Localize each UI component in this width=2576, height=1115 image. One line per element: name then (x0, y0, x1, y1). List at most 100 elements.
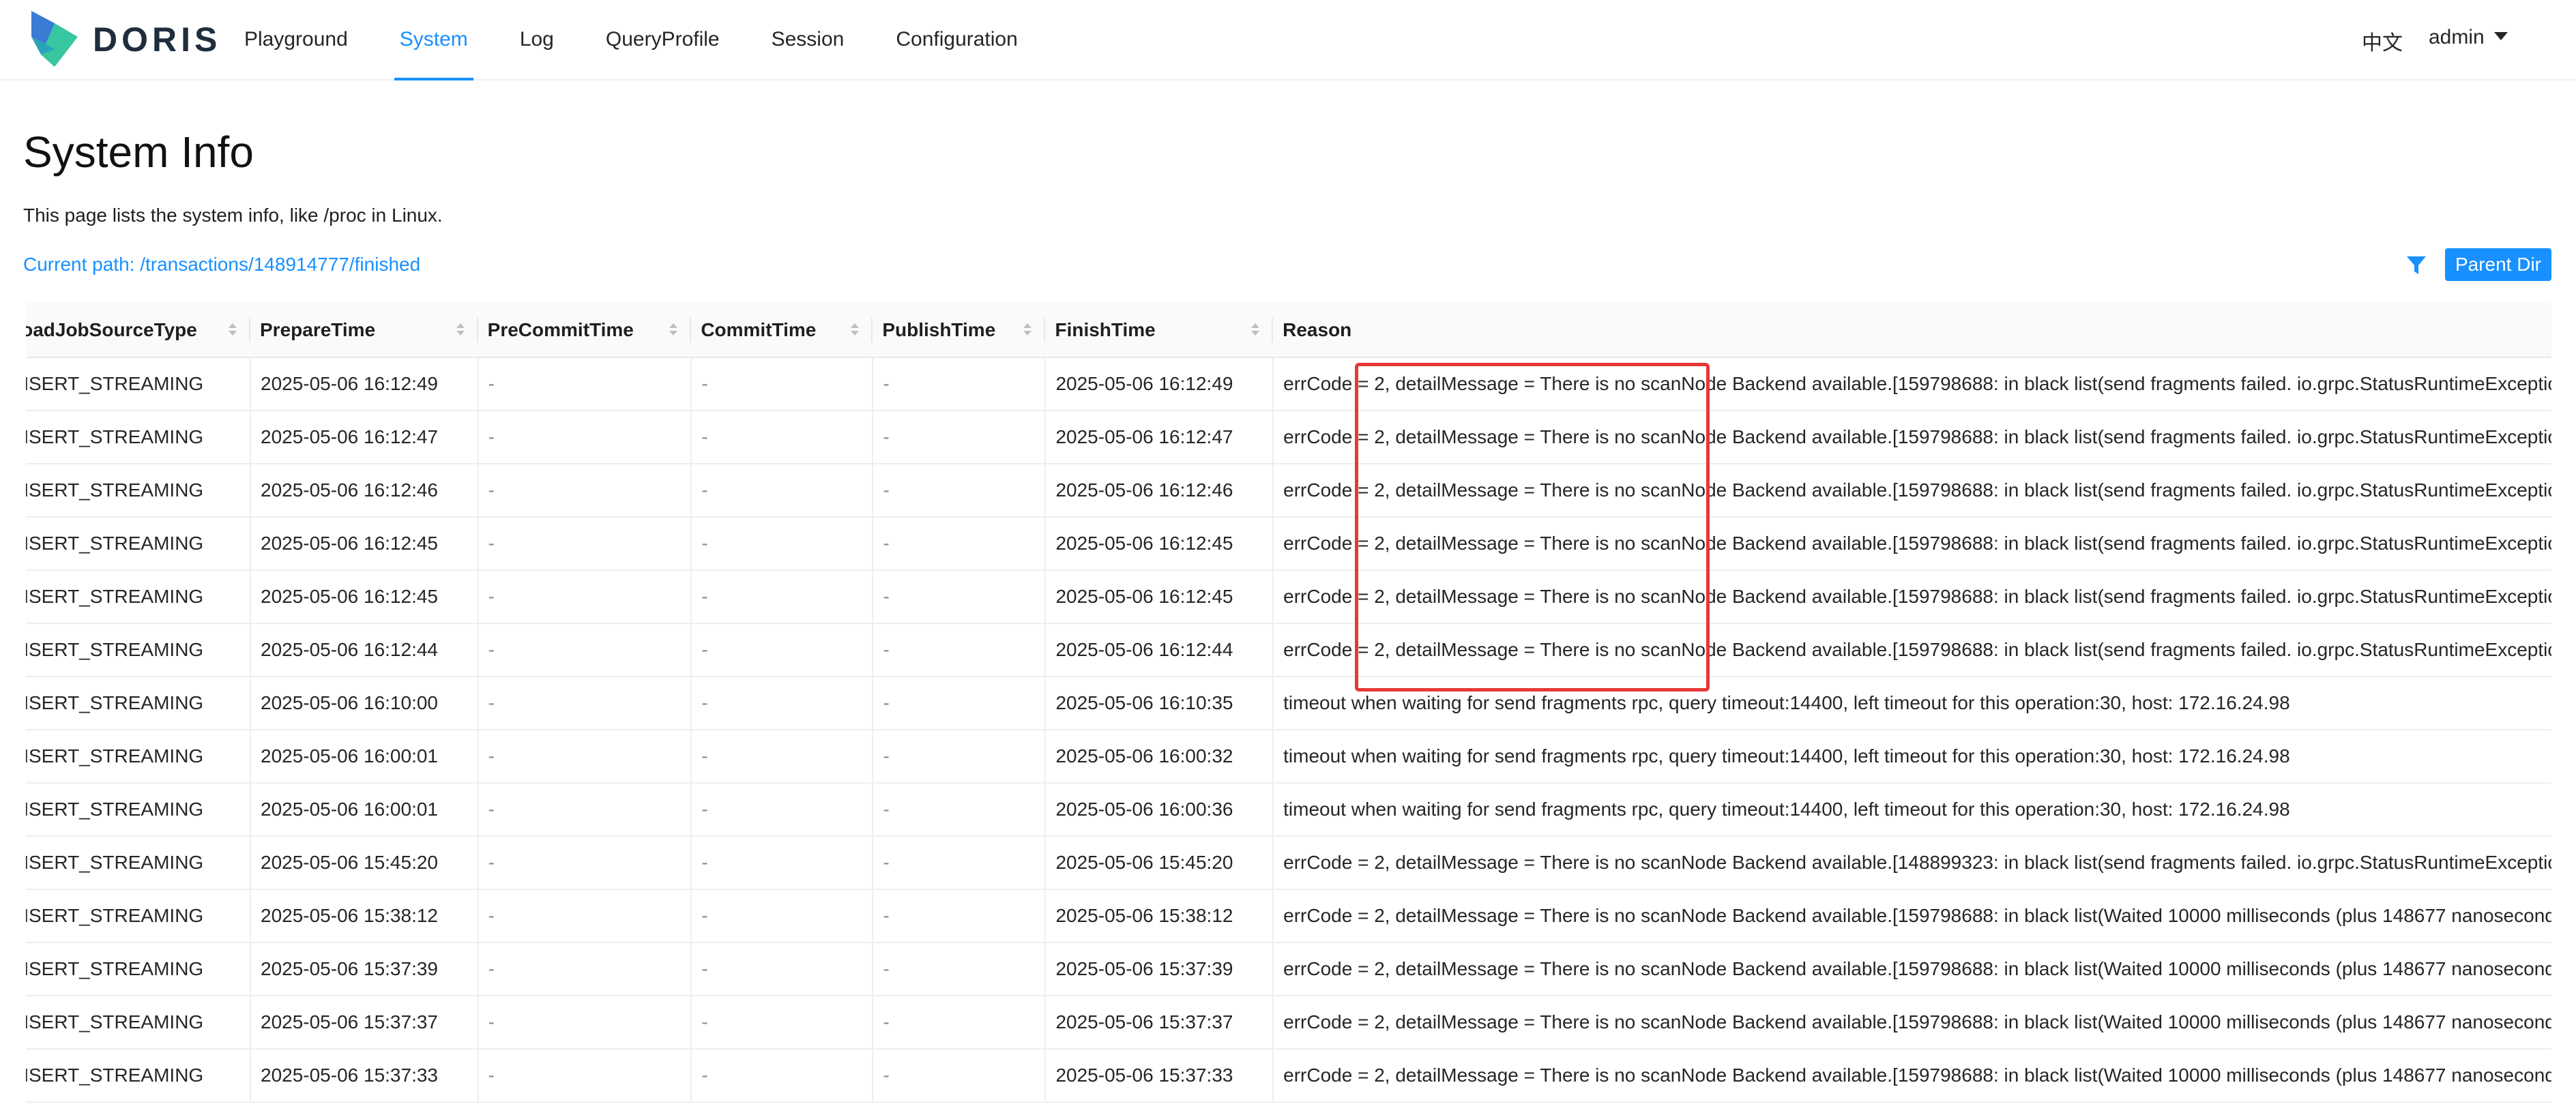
cell-finishtime: 2025-05-06 15:45:20 (1045, 836, 1274, 890)
nav-log[interactable]: Log (520, 0, 554, 80)
cell-loadjobsourcetype: INSERT_STREAMING (26, 996, 251, 1050)
table-row[interactable]: INSERT_STREAMING 2025-05-06 16:12:46- - -20… (26, 464, 2551, 518)
sort-icon[interactable] (1251, 323, 1260, 337)
table-row[interactable]: INSERT_STREAMING 2025-05-06 15:37:37- - -20… (26, 996, 2551, 1050)
cell-publishtime: - (873, 996, 1046, 1050)
brand-name: DORIS (93, 20, 222, 59)
cell-precommittime: - (478, 623, 692, 677)
cell-preparetime: 2025-05-06 16:12:45 (250, 570, 479, 624)
cell-finishtime: 2025-05-06 16:12:45 (1045, 517, 1274, 571)
table-row[interactable]: INSERT_STREAMING 2025-05-06 16:12:45- - -20… (26, 517, 2551, 571)
cell-precommittime: - (478, 942, 692, 996)
cell-reason: errCode = 2, detailMessage = There is no… (1273, 942, 2551, 996)
table-row[interactable]: INSERT_STREAMING 2025-05-06 15:38:12- - -20… (26, 889, 2551, 943)
cell-reason: errCode = 2, detailMessage = There is no… (1273, 1049, 2551, 1103)
table-row[interactable]: INSERT_STREAMING 2025-05-06 16:00:01- - -20… (26, 783, 2551, 837)
cell-precommittime: - (478, 411, 692, 464)
cell-publishtime: - (873, 570, 1046, 624)
table-row[interactable]: INSERT_STREAMING 2025-05-06 16:12:45- - -20… (26, 570, 2551, 624)
cell-preparetime: 2025-05-06 16:12:45 (250, 517, 479, 571)
cell-precommittime: - (478, 996, 692, 1050)
nav-configuration[interactable]: Configuration (896, 0, 1017, 80)
col-header-committime[interactable]: CommitTime (691, 303, 873, 358)
table-row[interactable]: INSERT_STREAMING 2025-05-06 16:12:47- - -20… (26, 411, 2551, 464)
col-header-precommittime[interactable]: PreCommitTime (478, 303, 692, 358)
cell-reason: timeout when waiting for send fragments … (1273, 783, 2551, 837)
cell-committime: - (691, 783, 874, 837)
cell-finishtime: 2025-05-06 16:12:45 (1045, 570, 1274, 624)
cell-reason: errCode = 2, detailMessage = There is no… (1273, 411, 2551, 464)
cell-committime: - (691, 942, 874, 996)
sort-icon[interactable] (851, 323, 860, 337)
cell-precommittime: - (478, 836, 692, 890)
transactions-table: LoadJobSourceType PrepareTime PreCommitT… (26, 303, 2551, 1115)
caret-down-icon (2493, 32, 2508, 41)
cell-preparetime: 2025-05-06 16:12:46 (250, 464, 479, 518)
cell-committime: - (691, 996, 874, 1050)
cell-precommittime: - (478, 357, 692, 411)
cell-precommittime: - (478, 677, 692, 730)
cell-loadjobsourcetype: INSERT_STREAMING (26, 677, 251, 730)
cell-preparetime: 2025-05-06 16:12:44 (250, 623, 479, 677)
cell-preparetime: 2025-05-06 16:10:00 (250, 677, 479, 730)
current-path-link[interactable]: Current path: /transactions/148914777/fi… (23, 254, 420, 276)
sort-icon[interactable] (456, 323, 465, 337)
nav-session[interactable]: Session (772, 0, 845, 80)
top-header: DORIS Playground System Log QueryProfile… (0, 0, 2576, 80)
nav-playground[interactable]: Playground (244, 0, 348, 80)
cell-preparetime: 2025-05-06 16:00:01 (250, 783, 479, 837)
table-row[interactable]: INSERT_STREAMING 2025-05-06 16:00:01- - -20… (26, 730, 2551, 784)
cell-committime: - (691, 1049, 874, 1103)
col-header-reason[interactable]: Reason (1273, 303, 2551, 358)
cell-publishtime: - (873, 623, 1046, 677)
cell-loadjobsourcetype: INSERT_STREAMING (26, 1049, 251, 1103)
table-row[interactable]: INSERT_STREAMING 2025-05-06 15:37:33- - -20… (26, 1049, 2551, 1103)
doris-logo-icon[interactable] (27, 7, 82, 71)
cell-committime: - (691, 889, 874, 943)
cell-preparetime: 2025-05-06 15:37:37 (250, 996, 479, 1050)
cell-committime: - (691, 677, 874, 730)
cell-publishtime: - (873, 464, 1046, 518)
cell-finishtime: 2025-05-06 16:10:35 (1045, 677, 1274, 730)
cell-precommittime: - (478, 517, 692, 571)
cell-finishtime: 2025-05-06 16:12:47 (1045, 411, 1274, 464)
nav-queryprofile[interactable]: QueryProfile (606, 0, 720, 80)
cell-finishtime: 2025-05-06 16:12:49 (1045, 357, 1274, 411)
cell-preparetime: 2025-05-06 16:12:47 (250, 411, 479, 464)
table-row[interactable]: INSERT_STREAMING 2025-05-06 15:45:20- - -20… (26, 836, 2551, 890)
sort-icon[interactable] (229, 323, 237, 337)
cell-publishtime: - (873, 836, 1046, 890)
parent-dir-button[interactable]: Parent Dir (2445, 248, 2551, 281)
col-header-preparetime[interactable]: PrepareTime (250, 303, 478, 358)
table-row[interactable]: INSERT_STREAMING 2025-05-06 16:10:00- - -20… (26, 677, 2551, 730)
table-row[interactable]: INSERT_STREAMING 2025-05-06 16:12:49- - -20… (26, 357, 2551, 411)
cell-committime: - (691, 464, 874, 518)
col-header-publishtime[interactable]: PublishTime (873, 303, 1046, 358)
cell-committime: - (691, 570, 874, 624)
cell-reason: errCode = 2, detailMessage = There is no… (1273, 836, 2551, 890)
user-menu[interactable]: admin (2429, 26, 2508, 49)
filter-icon[interactable] (2407, 255, 2426, 276)
cell-finishtime: 2025-05-06 15:37:39 (1045, 942, 1274, 996)
cell-preparetime: 2025-05-06 16:12:49 (250, 357, 479, 411)
user-name: admin (2429, 26, 2485, 48)
cell-finishtime: 2025-05-06 15:37:33 (1045, 1049, 1274, 1103)
table-row[interactable]: INSERT_STREAMING 2025-05-06 15:37:39- - -20… (26, 942, 2551, 996)
cell-preparetime: 2025-05-06 15:37:39 (250, 942, 479, 996)
cell-preparetime: 2025-05-06 15:37:33 (250, 1049, 479, 1103)
table-row[interactable]: INSERT_STREAMING 2025-05-06 16:12:44- - -20… (26, 623, 2551, 677)
col-header-loadjobsourcetype[interactable]: LoadJobSourceType (26, 303, 250, 358)
cell-committime: - (691, 836, 874, 890)
col-header-finishtime[interactable]: FinishTime (1045, 303, 1274, 358)
cell-loadjobsourcetype: INSERT_STREAMING (26, 836, 251, 890)
sort-icon[interactable] (669, 323, 678, 337)
cell-preparetime: 2025-05-06 16:00:01 (250, 730, 479, 784)
cell-reason: errCode = 2, detailMessage = There is no… (1273, 623, 2551, 677)
nav-system[interactable]: System (394, 0, 473, 80)
language-switch[interactable]: 中文 (2362, 26, 2403, 56)
table-body: INSERT_STREAMING 2025-05-06 16:12:49- - -20… (26, 357, 2551, 1103)
sort-icon[interactable] (1023, 323, 1032, 337)
cell-publishtime: - (873, 783, 1046, 837)
cell-loadjobsourcetype: INSERT_STREAMING (26, 783, 251, 837)
cell-loadjobsourcetype: INSERT_STREAMING (26, 942, 251, 996)
